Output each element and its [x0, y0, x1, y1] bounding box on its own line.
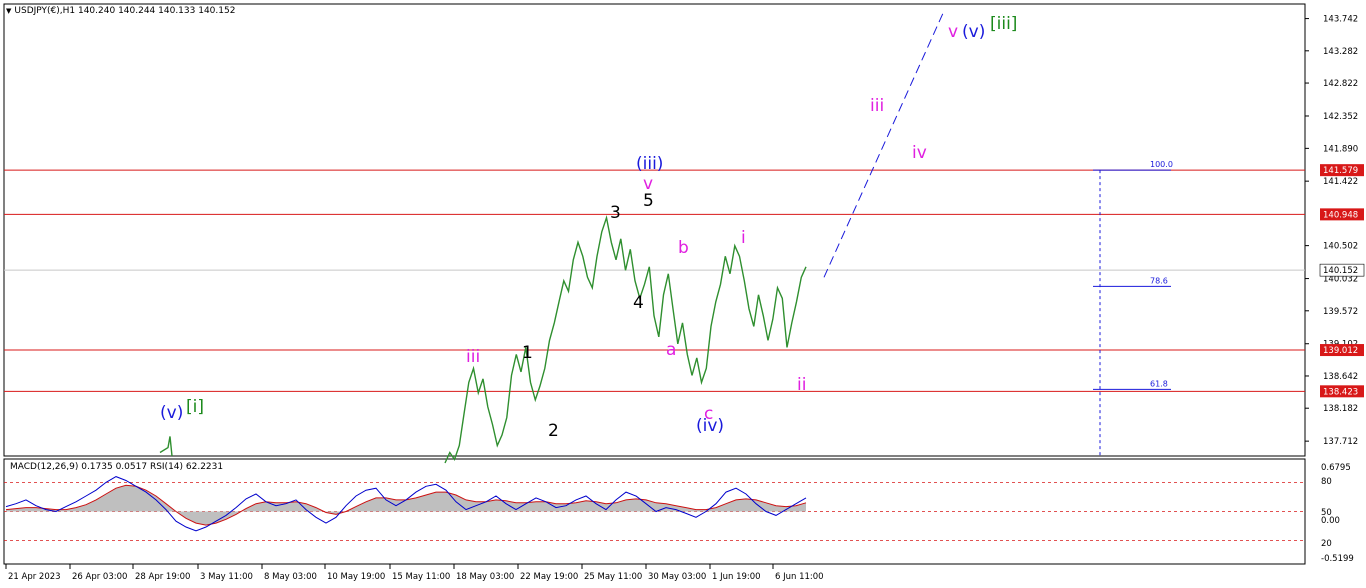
time-label-6: 15 May 11:00	[392, 572, 450, 582]
price-label-0: 143.742	[1323, 15, 1358, 25]
wave-label-b: b	[678, 238, 689, 258]
price-label-10: 138.642	[1323, 372, 1358, 382]
fib-level-label-2: 61.8	[1150, 379, 1168, 388]
ohlc-values: 140.240 140.244 140.133 140.152	[77, 6, 236, 16]
level-tag-1: 140.948	[1323, 210, 1358, 220]
wave-label-iii-magenta-left: iii	[466, 347, 480, 367]
wave-label-1: 1	[522, 343, 533, 363]
price-line-left-fragment	[159, 436, 173, 457]
time-label-2: 28 Apr 19:00	[135, 572, 190, 582]
indicator-scale-label-4: 20	[1321, 539, 1332, 549]
trading-chart[interactable]: 100.0 78.6 61.8 143.742 143.282 142.822 142.3…	[0, 0, 1366, 588]
wave-label-v-magenta-top: v	[643, 174, 653, 194]
price-label-1: 143.282	[1323, 47, 1358, 57]
current-price-tag: 140.152	[1323, 266, 1358, 276]
level-tag-0: 141.579	[1323, 166, 1358, 176]
time-label-5: 10 May 19:00	[327, 572, 385, 582]
price-label-6: 140.502	[1323, 242, 1358, 252]
time-axis: 21 Apr 2023 26 Apr 03:00 28 Apr 19:00 3 May…	[5, 564, 824, 582]
fib-level-label-1: 78.6	[1150, 276, 1168, 285]
indicator-scale-label-5: -0.5199	[1321, 554, 1354, 564]
wave-label-a: a	[666, 340, 676, 360]
indicator-axis: 0.679580500.0020-0.5199	[1321, 463, 1354, 564]
wave-label-v-projected: v	[948, 22, 958, 42]
price-label-3: 142.352	[1323, 112, 1358, 122]
wave-label-4: 4	[633, 293, 644, 313]
time-label-4: 8 May 03:00	[264, 572, 317, 582]
wave-label-5: 5	[643, 191, 654, 211]
price-label-12: 137.712	[1323, 437, 1358, 447]
price-label-4: 141.890	[1323, 144, 1358, 154]
price-label-8: 139.572	[1323, 307, 1358, 317]
time-label-0: 21 Apr 2023	[8, 572, 61, 582]
price-label-5: 141.422	[1323, 177, 1358, 187]
wave-label-3: 3	[610, 203, 621, 223]
price-panel-frame	[3, 3, 1306, 457]
time-label-3: 3 May 11:00	[200, 572, 253, 582]
wave-label-iv-blue: (iv)	[696, 416, 724, 436]
rsi-label: RSI(14) 62.2231	[149, 462, 224, 472]
indicator-header: MACD(12,26,9) 0.1735 0.0517 RSI(14) 62.2…	[10, 462, 223, 472]
price-line	[444, 214, 807, 464]
price-label-11: 138.182	[1323, 404, 1358, 414]
wave-label-v-blue-projected: (v)	[962, 22, 985, 42]
time-label-1: 26 Apr 03:00	[72, 572, 127, 582]
wave-label-iii-green-projected: [iii]	[990, 14, 1017, 34]
indicator-scale-label-3: 0.00	[1321, 516, 1340, 526]
macd-label: MACD(12,26,9) 0.1735 0.0517	[10, 462, 148, 472]
indicator-series	[4, 476, 1305, 541]
wave-label-i-magenta: i	[741, 228, 746, 248]
wave-label-iv-projected: iv	[912, 143, 927, 163]
symbol-name: USDJPY(€),H1	[14, 6, 76, 16]
horizontal-levels	[4, 169, 1305, 392]
fib-level-label-0: 100.0	[1150, 160, 1173, 169]
time-label-12: 6 Jun 11:00	[775, 572, 824, 582]
time-label-10: 30 May 03:00	[648, 572, 706, 582]
wave-label-iii-blue: (iii)	[636, 154, 663, 174]
macd-histogram	[6, 485, 806, 526]
time-label-11: 1 Jun 19:00	[712, 572, 761, 582]
wave-label-2: 2	[548, 421, 559, 441]
price-label-2: 142.822	[1323, 79, 1358, 89]
dropdown-arrow-icon[interactable]: ▼	[6, 7, 11, 15]
wave-label-i-green: [i]	[186, 397, 204, 417]
indicator-scale-label-1: 80	[1321, 477, 1332, 487]
indicator-scale-label-0: 0.6795	[1321, 463, 1351, 473]
level-tag-2: 139.012	[1323, 346, 1358, 356]
wave-labels: (v) [i] iii 1 2 3 4 5 v (iii) a b c (iv)…	[160, 14, 1017, 441]
wave-label-iii-projected: iii	[870, 96, 884, 116]
price-axis: 143.742 143.282 142.822 142.352 141.890 141.4…	[1305, 15, 1358, 447]
level-tag-3: 138.423	[1323, 387, 1358, 397]
time-label-8: 22 May 19:00	[520, 572, 578, 582]
time-label-7: 18 May 03:00	[456, 572, 514, 582]
time-label-9: 25 May 11:00	[584, 572, 642, 582]
wave-label-v-blue-left: (v)	[160, 403, 183, 423]
wave-label-ii-magenta: ii	[797, 375, 806, 395]
symbol-header: ▼ USDJPY(€),H1 140.240 140.244 140.133 14…	[6, 6, 235, 16]
fibonacci-tool[interactable]: 100.0 78.6 61.8	[1093, 160, 1173, 456]
